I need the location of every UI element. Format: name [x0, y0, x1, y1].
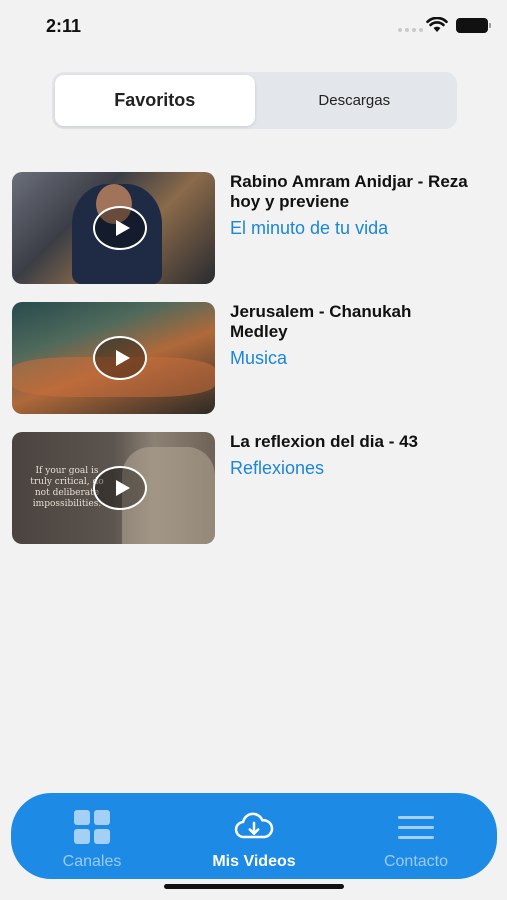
- status-time: 2:11: [46, 16, 82, 36]
- video-thumbnail[interactable]: [12, 302, 215, 414]
- tab-canales[interactable]: Canales: [11, 793, 173, 879]
- segmented-control: Favoritos Descargas: [52, 72, 457, 129]
- video-thumbnail[interactable]: If your goal is truly critical, do not d…: [12, 432, 215, 544]
- tab-descargas[interactable]: Descargas: [255, 75, 455, 126]
- play-icon[interactable]: [93, 466, 147, 510]
- video-title[interactable]: La reflexion del dia - 43: [230, 432, 470, 452]
- status-bar: 2:11: [0, 0, 507, 52]
- play-icon[interactable]: [93, 206, 147, 250]
- video-thumbnail[interactable]: [12, 172, 215, 284]
- battery-icon: [456, 18, 491, 33]
- video-title[interactable]: Jerusalem - Chanukah Medley: [230, 302, 470, 342]
- tab-favoritos[interactable]: Favoritos: [55, 75, 255, 126]
- tab-label: Contacto: [383, 853, 449, 870]
- video-item[interactable]: If your goal is truly critical, do not d…: [12, 432, 492, 544]
- cloud-download-icon: [234, 809, 274, 845]
- video-item[interactable]: Jerusalem - Chanukah Medley Musica: [12, 302, 492, 414]
- video-info: Jerusalem - Chanukah Medley Musica: [230, 302, 470, 414]
- bottom-tab-bar: Canales Mis Videos Contacto: [11, 793, 497, 879]
- menu-icon: [396, 809, 436, 845]
- tab-mis-videos[interactable]: Mis Videos: [173, 793, 335, 879]
- video-channel[interactable]: Reflexiones: [230, 458, 470, 479]
- cellular-signal-icon: [398, 28, 423, 32]
- video-channel[interactable]: Musica: [230, 348, 470, 369]
- video-title[interactable]: Rabino Amram Anidjar - Reza hoy y previe…: [230, 172, 470, 212]
- tab-label: Mis Videos: [212, 853, 296, 870]
- wifi-icon: [426, 17, 448, 32]
- video-info: Rabino Amram Anidjar - Reza hoy y previe…: [230, 172, 470, 284]
- video-info: La reflexion del dia - 43 Reflexiones: [230, 432, 470, 544]
- video-list: Rabino Amram Anidjar - Reza hoy y previe…: [12, 172, 492, 562]
- play-icon[interactable]: [93, 336, 147, 380]
- tab-contacto[interactable]: Contacto: [335, 793, 497, 879]
- grid-icon: [72, 809, 112, 845]
- home-indicator[interactable]: [164, 884, 344, 889]
- video-channel[interactable]: El minuto de tu vida: [230, 218, 470, 239]
- video-item[interactable]: Rabino Amram Anidjar - Reza hoy y previe…: [12, 172, 492, 284]
- tab-label: Canales: [62, 853, 122, 870]
